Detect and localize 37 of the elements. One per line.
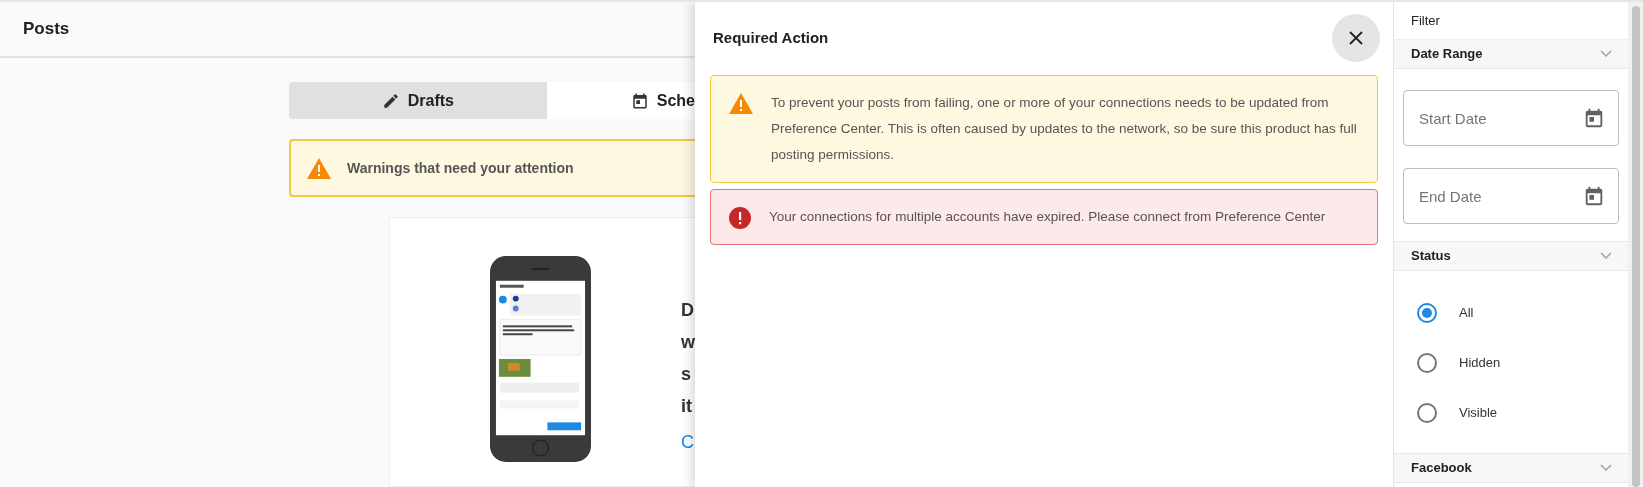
chevron-down-icon — [1600, 50, 1612, 58]
section-header[interactable]: Status — [1394, 242, 1628, 271]
warning-icon — [729, 93, 753, 114]
error-icon — [729, 207, 751, 229]
alert-message: To prevent your posts from failing, one or more of your connections needs to be updated from Preference Center. This is often caused by updates to the network, so be sure this product has full posting permissions. — [771, 94, 1357, 164]
page-title: Posts — [23, 18, 70, 41]
radio-option[interactable]: All — [1417, 299, 1628, 327]
warning-text: Warnings that need your attention — [347, 158, 574, 178]
close-button[interactable] — [1332, 14, 1380, 62]
radio-button[interactable] — [1417, 353, 1437, 373]
date-field[interactable]: Start Date — [1403, 90, 1619, 146]
calendar-icon — [1583, 185, 1605, 207]
warning-icon — [307, 157, 331, 179]
description-text: w — [681, 331, 695, 354]
description-text: s — [681, 363, 692, 386]
radio-option[interactable]: Visible — [1417, 399, 1628, 427]
drawer-title: Required Action — [713, 27, 829, 48]
description-text: it — [681, 395, 693, 418]
section-header[interactable]: Date Range — [1394, 40, 1628, 69]
tab[interactable]: Drafts — [289, 82, 547, 119]
link[interactable]: C — [681, 429, 695, 456]
chevron-down-icon — [1600, 464, 1612, 472]
calendar-icon — [630, 91, 649, 110]
radio-option[interactable]: Hidden — [1417, 349, 1628, 377]
radio-button[interactable] — [1417, 303, 1437, 323]
radio-button[interactable] — [1417, 403, 1437, 423]
section-header[interactable]: Facebook — [1394, 454, 1628, 483]
alert-message: Your connections for multiple accounts have expired. Please connect from Preference Center — [769, 208, 1326, 226]
description-text: D — [681, 299, 695, 322]
date-field[interactable]: End Date — [1403, 168, 1619, 224]
calendar-icon — [1583, 107, 1605, 129]
chevron-down-icon — [1600, 252, 1612, 260]
filter-title: Filter — [1411, 11, 1440, 30]
pencil-icon — [381, 91, 400, 110]
scrollbar-thumb[interactable] — [1631, 6, 1640, 487]
close-icon — [1349, 31, 1363, 45]
tab[interactable]: Sche — [546, 82, 695, 119]
